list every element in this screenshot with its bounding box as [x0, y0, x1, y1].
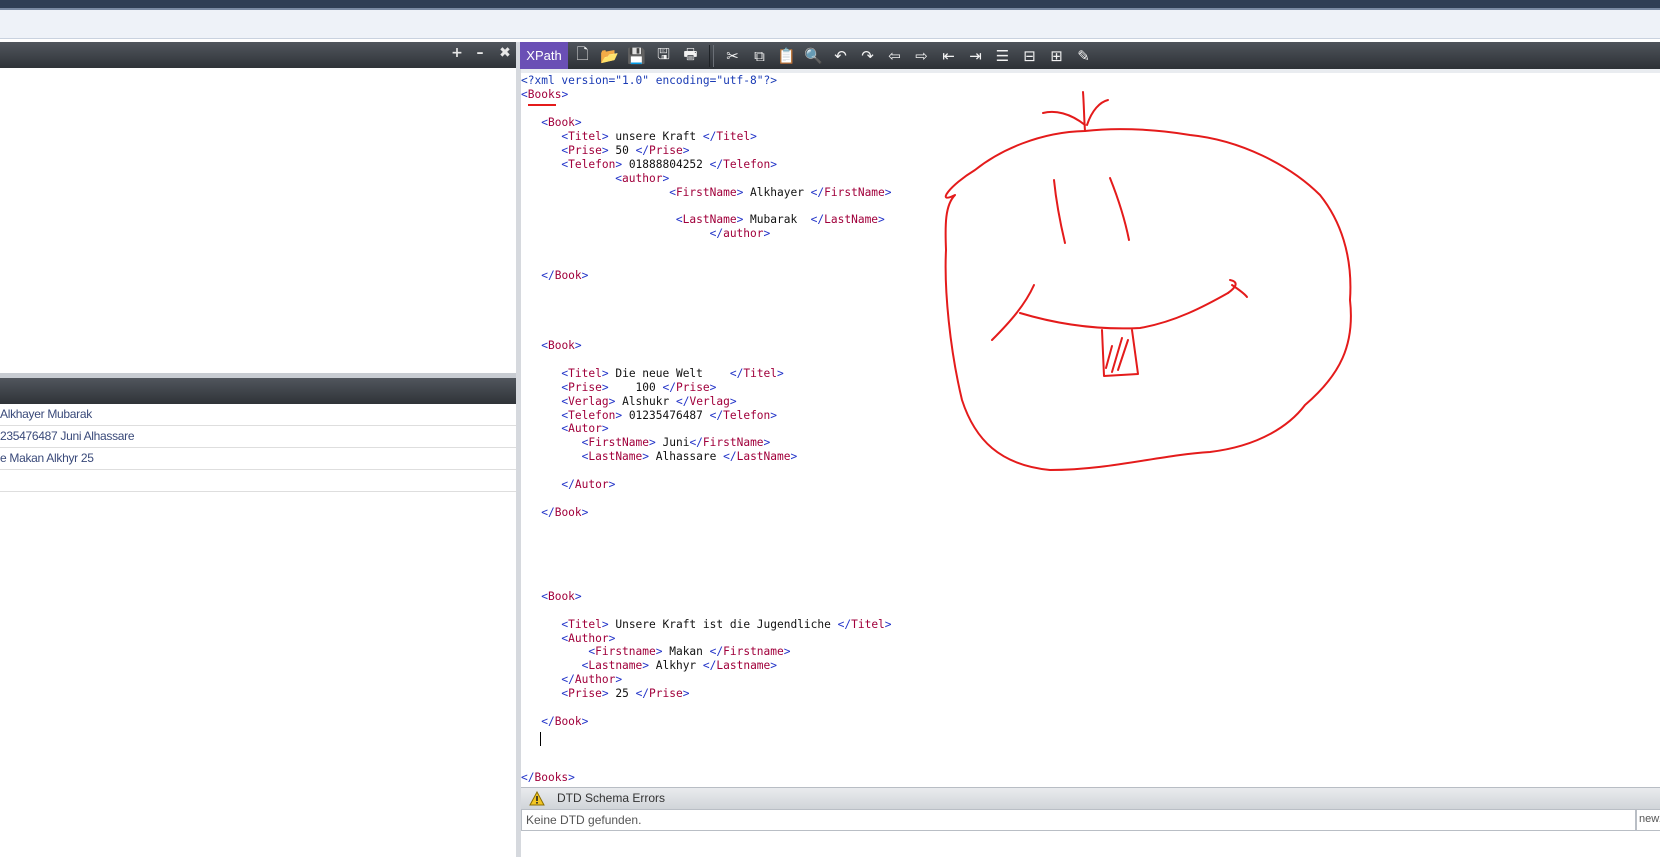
- document-label-box: new2: [1636, 809, 1660, 831]
- drawing-left-eye: [1053, 179, 1066, 244]
- dtd-errors-message-box: Keine DTD gefunden.: [521, 809, 1636, 831]
- drawing-right-eye: [1109, 177, 1130, 241]
- dtd-errors-header: DTD Schema Errors: [521, 787, 1660, 810]
- freehand-drawing: [944, 91, 1352, 471]
- bottom-area: [521, 831, 1660, 857]
- dtd-errors-message: Keine DTD gefunden.: [526, 813, 642, 827]
- document-label: new2: [1639, 813, 1660, 825]
- drawing-tongue-line-2: [1111, 337, 1123, 373]
- drawing-smile-left-end: [991, 284, 1035, 341]
- warning-icon: [529, 791, 545, 806]
- drawing-smile-right-tip: [1231, 284, 1248, 298]
- drawing-tongue: [1101, 329, 1139, 377]
- drawing-tongue-line-1: [1105, 345, 1113, 369]
- drawing-stem-left: [1042, 110, 1086, 126]
- drawing-face-outline: [944, 128, 1352, 471]
- dtd-errors-title: DTD Schema Errors: [557, 791, 666, 805]
- drawing-stem-right: [1086, 99, 1109, 126]
- drawing-smile: [1019, 292, 1229, 330]
